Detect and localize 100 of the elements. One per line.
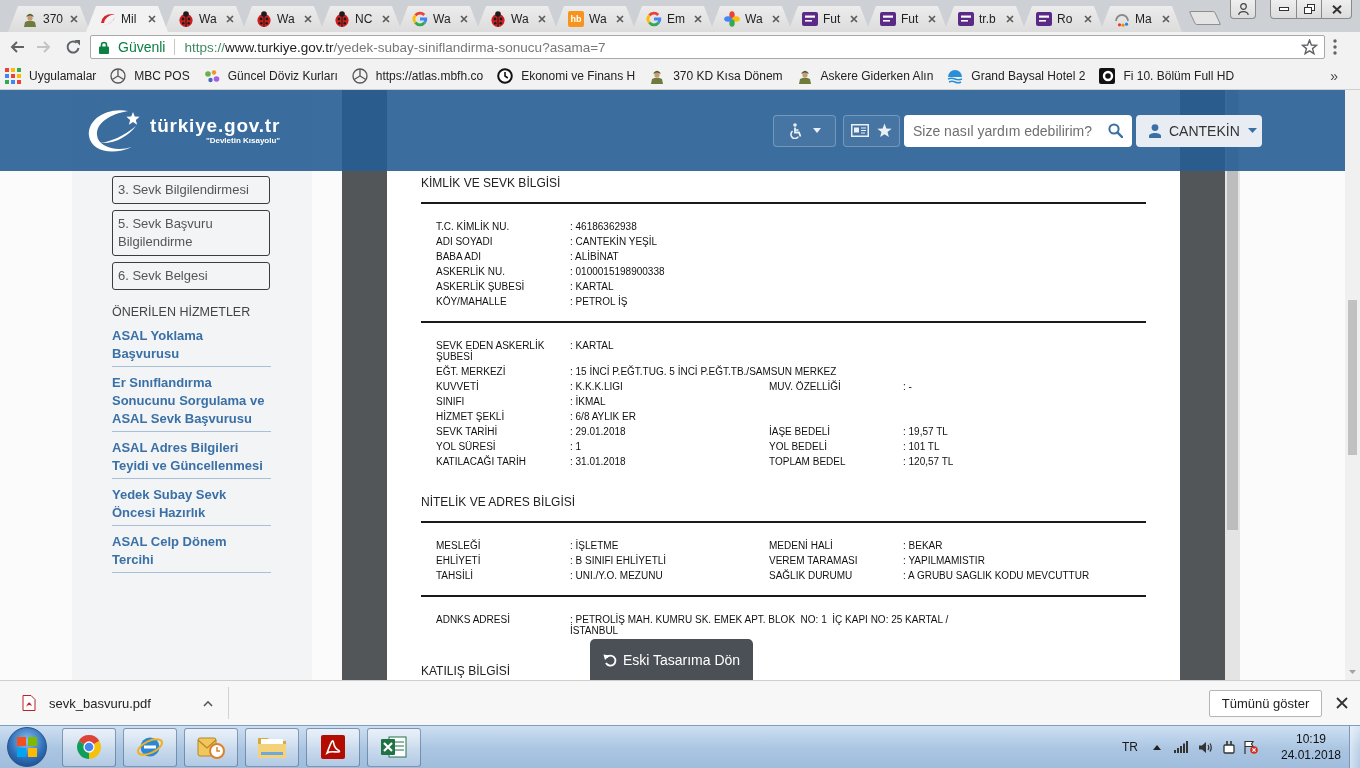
back-arrow-icon [9, 39, 25, 55]
close-icon[interactable] [226, 15, 234, 23]
field-value: : YAPILMAMISTIR [903, 554, 985, 568]
bookmark-star-button[interactable] [1301, 39, 1318, 55]
browser-tab[interactable]: tr.b [944, 6, 1026, 32]
close-icon[interactable] [850, 15, 858, 23]
bookmark-item[interactable]: https://atlas.mbfh.co [346, 63, 489, 88]
browser-tab[interactable]: hb Wa [554, 6, 636, 32]
close-icon[interactable] [1006, 15, 1014, 23]
step-item[interactable]: 5. Sevk Başvuru Bilgilendirme [112, 210, 270, 256]
favorites-button[interactable] [843, 114, 900, 147]
service-link[interactable]: Yedek Subay Sevk Öncesi Hazırlık [112, 486, 271, 526]
browser-tab[interactable]: Fut [866, 6, 948, 32]
browser-tab[interactable]: Em [632, 6, 714, 32]
security-label[interactable]: Güvenli [118, 39, 166, 55]
taskbar-button[interactable] [367, 727, 421, 767]
signal-bars-icon[interactable] [1174, 741, 1188, 753]
taskbar-button[interactable] [245, 727, 299, 767]
address-field[interactable]: Güvenli https://www.turkiye.gov.tr/yedek-subay-siniflandirma-sonucu?asama=7 [90, 35, 1325, 59]
service-link[interactable]: ASAL Adres Bilgileri Teyidi ve Güncellenmesi [112, 439, 271, 479]
plug-icon[interactable] [1222, 740, 1236, 754]
step-item[interactable]: 6. Sevk Belgesi [112, 262, 270, 290]
close-window-button[interactable] [1322, 0, 1352, 19]
language-indicator[interactable]: TR [1122, 740, 1138, 754]
taskbar-button[interactable] [306, 727, 360, 767]
browser-tab[interactable]: Ma [1100, 6, 1182, 32]
field-value: : CANTEKİN YEŞİL [570, 234, 658, 249]
close-icon[interactable] [70, 15, 78, 23]
bookmark-item[interactable]: Fi 10. Bölüm Full HD [1094, 63, 1240, 88]
minimize-button[interactable] [1270, 0, 1297, 19]
field-label: TAHSİLİ [436, 568, 474, 583]
close-icon[interactable] [772, 15, 780, 23]
browser-tab[interactable]: 370 [8, 6, 90, 32]
scrollbar[interactable] [1345, 90, 1360, 680]
taskbar-button[interactable] [123, 727, 177, 767]
browser-tab[interactable]: NC [320, 6, 402, 32]
close-icon[interactable] [694, 15, 702, 23]
flag-icon[interactable] [1244, 740, 1258, 754]
field-label: KUVVETİ [436, 379, 479, 394]
field-value: : 0100015198900338 [570, 265, 665, 279]
bookmark-item[interactable]: 370 KD Kısa Dönem [644, 63, 788, 88]
user-menu-button[interactable]: CANTEKİN [1136, 114, 1262, 147]
logo-text[interactable]: türkiye.gov.tr [150, 116, 281, 136]
profile-button[interactable] [1230, 0, 1256, 19]
field-value: : 1 [570, 440, 582, 454]
close-icon[interactable] [928, 15, 936, 23]
close-icon[interactable] [1084, 15, 1092, 23]
field-label: MESLEĞİ [436, 538, 481, 553]
field-value: : 120,57 TL [903, 455, 954, 469]
browser-tab[interactable]: Mil [86, 6, 168, 32]
bookmarks-overflow-button[interactable]: » [1328, 67, 1340, 84]
browser-tab[interactable]: Wa [398, 6, 480, 32]
field-label: SEVK TARİHİ [436, 424, 498, 439]
bookmark-item[interactable]: Ekonomi ve Finans H [492, 63, 641, 88]
bookmark-item[interactable]: MBC POS [105, 63, 195, 88]
close-icon[interactable] [460, 15, 468, 23]
taskbar-button[interactable] [184, 727, 238, 767]
close-icon[interactable] [382, 15, 390, 23]
caret-up-icon[interactable] [1153, 744, 1161, 750]
download-item[interactable]: sevk_basvuru.pdf [14, 685, 159, 721]
browser-tab[interactable]: Fut [788, 6, 870, 32]
browser-tab[interactable]: Wa [476, 6, 558, 32]
browser-tab[interactable]: Wa [164, 6, 246, 32]
step-item[interactable]: 3. Sevk Bilgilendirmesi [112, 176, 270, 204]
bookmark-item[interactable]: Uygulamalar [0, 63, 102, 88]
url-text[interactable]: https://www.turkiye.gov.tr/yedek-subay-siniflandirma-sonucu?asama=7 [184, 39, 606, 55]
field-value: : 46186362938 [570, 220, 637, 234]
service-link[interactable]: ASAL Yoklama Başvurusu [112, 327, 271, 367]
field-label: VEREM TARAMASI [769, 554, 858, 568]
close-icon[interactable] [304, 15, 312, 23]
show-all-button[interactable]: Tümünü göster [1209, 689, 1322, 717]
caret-up-icon [202, 699, 213, 707]
bookmark-item[interactable]: Askere Giderken Alın [791, 63, 939, 88]
close-icon[interactable] [148, 15, 156, 23]
browser-tab[interactable]: Wa [710, 6, 792, 32]
field-label: T.C. KİMLİK NU. [436, 219, 510, 234]
bookmark-item[interactable]: Güncel Döviz Kurları [198, 63, 343, 88]
search-field[interactable]: Size nasıl yardım edebilirim? [904, 114, 1132, 147]
bookmark-item[interactable]: Grand Baysal Hotel 2 [942, 63, 1091, 88]
new-tab-button[interactable] [1188, 11, 1222, 25]
scrollbar-thumb[interactable] [1348, 300, 1357, 455]
section-title: KİMLİK VE SEVK BİLGİSİ [421, 176, 561, 190]
search-icon[interactable] [1108, 123, 1123, 138]
close-icon [1331, 4, 1342, 14]
accessibility-button[interactable] [773, 114, 836, 147]
section-heading: ÖNERİLEN HİZMETLER [112, 304, 251, 320]
start-button[interactable] [7, 727, 47, 767]
service-link[interactable]: ASAL Celp Dönem Tercihi [112, 533, 271, 573]
speaker-icon[interactable] [1199, 740, 1213, 754]
close-icon[interactable] [1162, 15, 1170, 23]
close-icon[interactable] [616, 15, 624, 23]
close-icon[interactable] [538, 15, 546, 23]
close-button[interactable] [1336, 697, 1348, 709]
restore-button[interactable] [1297, 0, 1322, 19]
browser-tab[interactable]: Ro [1022, 6, 1104, 32]
browser-tab[interactable]: Wa [242, 6, 324, 32]
service-link[interactable]: Er Sınıflandırma Sonucunu Sorgulama ve ASAL Sevk Başvurusu [112, 374, 271, 432]
taskbar-button[interactable] [62, 727, 116, 767]
old-design-button[interactable]: Eski Tasarıma Dön [590, 639, 753, 680]
field-value: : 15 İNCİ P.EĞT.TUG. 5 İNCİ P.EĞT.TB./SAMSUN MERKEZ [570, 364, 837, 379]
